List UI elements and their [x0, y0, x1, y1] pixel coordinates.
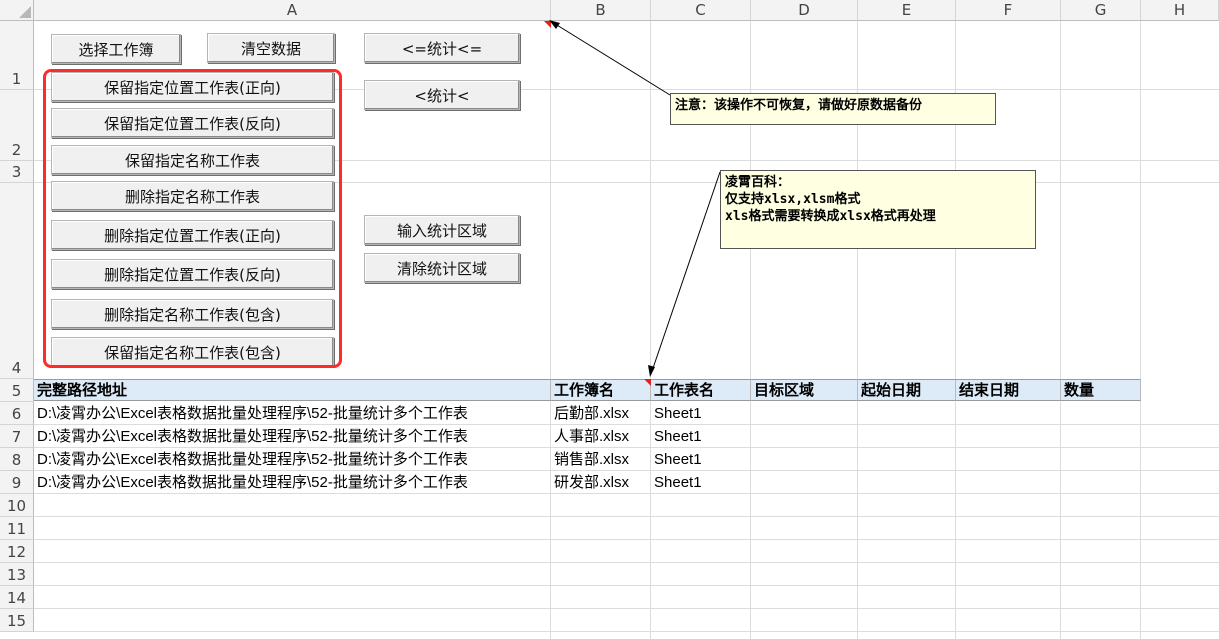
row-header-13[interactable]: 13 — [0, 563, 34, 586]
row-header-12[interactable]: 12 — [0, 540, 34, 563]
column-header-c[interactable]: C — [651, 0, 751, 21]
column-header-h[interactable]: H — [1141, 0, 1219, 21]
comment-indicator-icon[interactable] — [644, 379, 651, 386]
table-cell-workbook[interactable]: 研发部.xlsx — [551, 471, 651, 494]
row-header-5[interactable]: 5 — [0, 379, 34, 402]
row-header-10[interactable]: 10 — [0, 494, 34, 517]
select-all-triangle-icon — [19, 6, 31, 18]
gridline-h — [34, 516, 1219, 517]
gridline-v — [550, 21, 551, 639]
header-cell-end-date[interactable]: 结束日期 — [956, 379, 1061, 401]
info-comment-arrow — [650, 171, 721, 375]
row-header-11[interactable]: 11 — [0, 517, 34, 540]
column-header-b[interactable]: B — [551, 0, 651, 21]
row-header-1[interactable]: 1 — [0, 21, 34, 90]
column-header-g[interactable]: G — [1061, 0, 1141, 21]
table-cell-sheet[interactable]: Sheet1 — [651, 471, 751, 494]
gridline-h — [34, 608, 1219, 609]
info-comment[interactable]: 凌霄百科： 仅支持xlsx,xlsm格式 xls格式需要转换成xlsx格式再处理 — [720, 170, 1036, 249]
row-header-9[interactable]: 9 — [0, 471, 34, 494]
table-cell-workbook[interactable]: 后勤部.xlsx — [551, 402, 651, 425]
warning-comment-text: 注意：该操作不可恢复，请做好原数据备份 — [675, 98, 923, 113]
header-cell-path[interactable]: 完整路径地址 — [34, 379, 551, 401]
table-cell-path[interactable]: D:\凌霄办公\Excel表格数据批量处理程序\52-批量统计多个工作表 — [34, 425, 551, 448]
input-range-button[interactable]: 输入统计区域 — [364, 215, 520, 245]
stat-left-button[interactable]: <=统计<= — [364, 33, 520, 63]
table-cell-sheet[interactable]: Sheet1 — [651, 425, 751, 448]
gridline-v — [1060, 21, 1061, 639]
info-comment-line: 凌霄百科： — [725, 175, 791, 190]
header-cell-target-range[interactable]: 目标区域 — [751, 379, 858, 401]
header-cell-sheet[interactable]: 工作表名 — [651, 379, 751, 401]
table-cell-workbook[interactable]: 人事部.xlsx — [551, 425, 651, 448]
row-header-7[interactable]: 7 — [0, 425, 34, 448]
select-all-corner[interactable] — [0, 0, 34, 21]
table-cell-path[interactable]: D:\凌霄办公\Excel表格数据批量处理程序\52-批量统计多个工作表 — [34, 402, 551, 425]
gridline-h — [34, 585, 1219, 586]
row-header-15[interactable]: 15 — [0, 609, 34, 632]
warning-comment-arrow — [551, 21, 671, 96]
row-header-4[interactable]: 4 — [0, 183, 34, 379]
row-header-2[interactable]: 2 — [0, 90, 34, 161]
info-comment-line: 仅支持xlsx,xlsm格式 — [725, 192, 861, 207]
header-cell-count[interactable]: 数量 — [1061, 379, 1141, 401]
table-cell-path[interactable]: D:\凌霄办公\Excel表格数据批量处理程序\52-批量统计多个工作表 — [34, 471, 551, 494]
column-header-d[interactable]: D — [751, 0, 858, 21]
row-header-6[interactable]: 6 — [0, 402, 34, 425]
row-header-14[interactable]: 14 — [0, 586, 34, 609]
warning-comment[interactable]: 注意：该操作不可恢复，请做好原数据备份 — [670, 93, 996, 125]
table-cell-sheet[interactable]: Sheet1 — [651, 402, 751, 425]
clear-data-button[interactable]: 清空数据 — [207, 33, 335, 63]
info-comment-line: xls格式需要转换成xlsx格式再处理 — [725, 209, 936, 224]
row-header-3[interactable]: 3 — [0, 161, 34, 183]
gridline-v — [1140, 21, 1141, 639]
clear-range-button[interactable]: 清除统计区域 — [364, 253, 520, 283]
gridline-h — [34, 631, 1219, 632]
header-cell-workbook[interactable]: 工作簿名 — [551, 379, 651, 401]
column-header-a[interactable]: A — [34, 0, 551, 21]
table-cell-sheet[interactable]: Sheet1 — [651, 448, 751, 471]
select-workbook-button[interactable]: 选择工作簿 — [51, 34, 181, 64]
row-header-8[interactable]: 8 — [0, 448, 34, 471]
column-header-f[interactable]: F — [956, 0, 1061, 21]
comment-indicator-icon[interactable] — [544, 21, 551, 28]
column-header-e[interactable]: E — [858, 0, 956, 21]
table-cell-path[interactable]: D:\凌霄办公\Excel表格数据批量处理程序\52-批量统计多个工作表 — [34, 448, 551, 471]
header-cell-start-date[interactable]: 起始日期 — [858, 379, 956, 401]
stat-button[interactable]: <统计< — [364, 80, 520, 110]
highlight-box — [43, 69, 342, 368]
table-cell-workbook[interactable]: 销售部.xlsx — [551, 448, 651, 471]
gridline-h — [34, 539, 1219, 540]
gridline-h — [34, 562, 1219, 563]
gridline-v — [650, 21, 651, 639]
